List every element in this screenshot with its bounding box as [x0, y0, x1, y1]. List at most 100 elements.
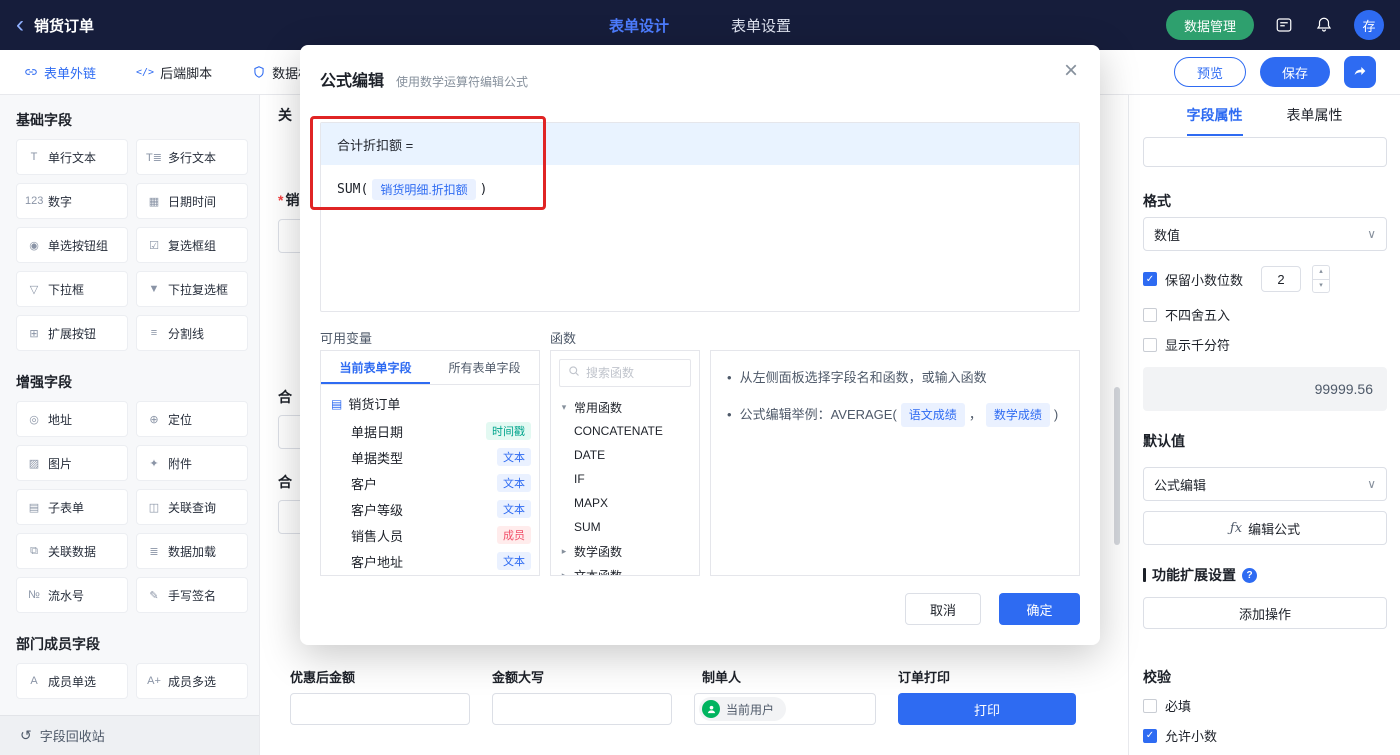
field-name-input[interactable]	[1143, 137, 1387, 167]
discounted-amount-input[interactable]	[290, 693, 470, 725]
preview-button[interactable]: 预览	[1174, 57, 1246, 87]
user-avatar[interactable]: 存	[1354, 10, 1384, 40]
current-user-chip[interactable]: 当前用户	[699, 697, 786, 721]
close-icon[interactable]: ×	[1064, 59, 1078, 83]
format-preview: 99999.56	[1143, 367, 1387, 411]
palette-item-label: 单行文本	[48, 149, 96, 166]
default-value-label: 默认值	[1143, 431, 1185, 451]
form-tree-node[interactable]: ▤ 销货订单	[321, 385, 539, 418]
attachment-icon: ✦	[145, 457, 163, 470]
function-search-box	[559, 359, 691, 387]
palette-item-signature[interactable]: ✎手写签名	[136, 577, 248, 613]
tab-backend-script[interactable]: </> 后端脚本	[136, 63, 212, 82]
function-item-concatenate[interactable]: CONCATENATE	[551, 419, 699, 443]
keep-decimals-checkbox[interactable]	[1143, 272, 1157, 286]
required-checkbox[interactable]	[1143, 699, 1157, 713]
variable-row-customer-address[interactable]: 客户地址 文本	[321, 548, 539, 574]
save-button[interactable]: 保存	[1260, 57, 1330, 87]
palette-item-linked-query[interactable]: ◫关联查询	[136, 489, 248, 525]
function-item-mapx[interactable]: MAPX	[551, 491, 699, 515]
function-item-sum[interactable]: SUM	[551, 515, 699, 539]
variable-row-doc-type[interactable]: 单据类型 文本	[321, 444, 539, 470]
palette-item-member-single[interactable]: A成员单选	[16, 663, 128, 699]
share-button[interactable]	[1344, 56, 1376, 88]
tab-field-properties[interactable]: 字段属性	[1187, 105, 1243, 136]
palette-item-multi-line-text[interactable]: T≣多行文本	[136, 139, 248, 175]
formula-target-label: 合计折扣额 =	[337, 135, 413, 154]
palette-item-dropdown[interactable]: ▽下拉框	[16, 271, 128, 307]
tab-form-properties[interactable]: 表单属性	[1287, 105, 1343, 136]
decimal-places-input[interactable]: 2	[1261, 266, 1301, 292]
palette-item-radio-group[interactable]: ◉单选按钮组	[16, 227, 128, 263]
stepper-up-icon[interactable]: ▴	[1313, 266, 1329, 279]
no-rounding-checkbox[interactable]	[1143, 308, 1157, 322]
cancel-button[interactable]: 取消	[905, 593, 981, 625]
function-item-if[interactable]: IF	[551, 467, 699, 491]
format-select[interactable]: 数值 ∨	[1143, 217, 1387, 251]
default-value-select[interactable]: 公式编辑 ∨	[1143, 467, 1387, 501]
function-group-math[interactable]: ▸ 数学函数	[551, 539, 699, 563]
amount-in-words-input[interactable]	[492, 693, 672, 725]
creator-input[interactable]: 当前用户	[694, 693, 876, 725]
notification-bell-icon[interactable]	[1314, 15, 1334, 35]
formula-field-chip[interactable]: 销货明细.折扣额	[372, 179, 475, 200]
tab-form-settings[interactable]: 表单设置	[731, 15, 791, 36]
palette-item-label: 手写签名	[168, 587, 216, 604]
palette-item-location[interactable]: ⊕定位	[136, 401, 248, 437]
keep-decimals-row: 保留小数位数 2 ▴ ▾	[1143, 265, 1330, 293]
palette-item-divider[interactable]: ≡分割线	[136, 315, 248, 351]
variable-name: 单据日期	[351, 422, 403, 441]
recycle-label: 字段回收站	[40, 726, 105, 745]
tab-current-form-fields[interactable]: 当前表单字段	[321, 351, 430, 384]
function-group-text[interactable]: ▸ 文本函数	[551, 563, 699, 576]
palette-item-single-line-text[interactable]: T单行文本	[16, 139, 128, 175]
thousand-separator-checkbox[interactable]	[1143, 338, 1157, 352]
palette-item-serial-number[interactable]: №流水号	[16, 577, 128, 613]
palette-item-data-load[interactable]: ≣数据加载	[136, 533, 248, 569]
function-item-date[interactable]: DATE	[551, 443, 699, 467]
palette-item-number[interactable]: 123数字	[16, 183, 128, 219]
formula-expression[interactable]: SUM( 销货明细.折扣额 )	[321, 165, 1079, 214]
add-action-button[interactable]: 添加操作	[1143, 597, 1387, 629]
dialog-subtitle: 使用数学运算符编辑公式	[396, 73, 528, 90]
canvas-field-label-fragment: 合	[278, 472, 292, 492]
field-label-amount-in-words: 金额大写	[492, 667, 544, 686]
back-icon[interactable]: ‹	[16, 13, 24, 37]
palette-item-address[interactable]: ◎地址	[16, 401, 128, 437]
edit-formula-button[interactable]: ƒx 编辑公式	[1143, 511, 1387, 545]
palette-item-extension-button[interactable]: ⊞扩展按钮	[16, 315, 128, 351]
palette-item-attachment[interactable]: ✦附件	[136, 445, 248, 481]
properties-panel: 字段属性 表单属性 格式 数值 ∨ 保留小数位数 2 ▴ ▾ 不四舍五入 显示千…	[1128, 95, 1400, 755]
palette-item-subform[interactable]: ▤子表单	[16, 489, 128, 525]
tab-form-external-link[interactable]: 表单外链	[24, 63, 96, 82]
print-button[interactable]: 打印	[898, 693, 1076, 725]
variable-row-customer[interactable]: 客户 文本	[321, 470, 539, 496]
field-recycle-bin[interactable]: ↺ 字段回收站	[0, 715, 259, 755]
function-search-input[interactable]	[586, 366, 682, 380]
palette-item-image[interactable]: ▨图片	[16, 445, 128, 481]
help-icon[interactable]: ?	[1242, 568, 1257, 583]
top-center-tabs: 表单设计 表单设置	[609, 15, 791, 36]
palette-item-label: 流水号	[48, 587, 84, 604]
palette-item-member-multi[interactable]: A+成员多选	[136, 663, 248, 699]
palette-item-checkbox-group[interactable]: ☑复选框组	[136, 227, 248, 263]
palette-item-datetime[interactable]: ▦日期时间	[136, 183, 248, 219]
palette-item-linked-data[interactable]: ⧉关联数据	[16, 533, 128, 569]
variable-row-doc-date[interactable]: 单据日期 时间戳	[321, 418, 539, 444]
palette-item-label: 定位	[168, 411, 192, 428]
help-line-1: • 从左侧面板选择字段名和函数，或输入函数	[727, 367, 1063, 389]
tab-all-form-fields[interactable]: 所有表单字段	[430, 351, 539, 384]
function-group-common[interactable]: ▾ 常用函数	[551, 395, 699, 419]
data-manage-button[interactable]: 数据管理	[1166, 10, 1254, 40]
org-switch-icon[interactable]	[1274, 15, 1294, 35]
confirm-button[interactable]: 确定	[999, 593, 1080, 625]
formula-editor-box[interactable]: 合计折扣额 = SUM( 销货明细.折扣额 )	[320, 122, 1080, 312]
allow-decimal-checkbox[interactable]	[1143, 729, 1157, 743]
variable-row-salesperson[interactable]: 销售人员 成员	[321, 522, 539, 548]
canvas-scrollbar[interactable]	[1114, 387, 1120, 545]
linked-query-icon: ◫	[145, 501, 163, 514]
palette-item-multi-dropdown[interactable]: ▼下拉复选框	[136, 271, 248, 307]
tab-form-design[interactable]: 表单设计	[609, 15, 669, 36]
variable-row-customer-level[interactable]: 客户等级 文本	[321, 496, 539, 522]
stepper-down-icon[interactable]: ▾	[1313, 279, 1329, 292]
